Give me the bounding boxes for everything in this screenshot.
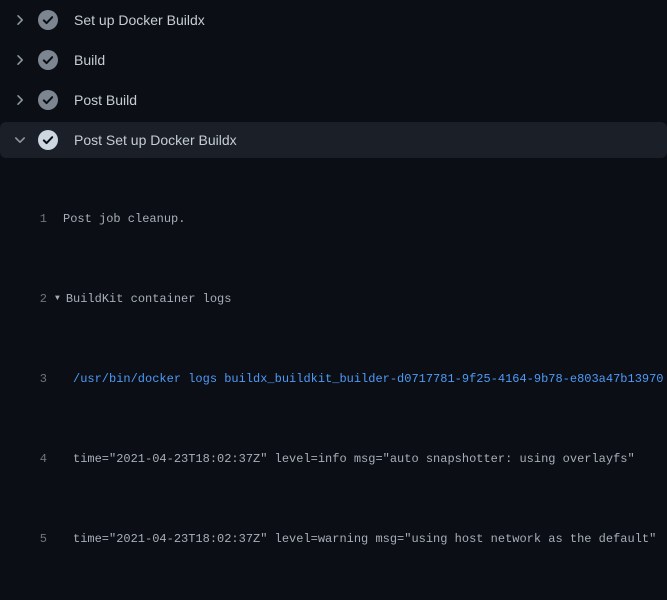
check-circle-icon [38, 50, 58, 70]
line-number[interactable]: 2 [0, 289, 47, 309]
log-line: 1 Post job cleanup. [0, 209, 667, 229]
check-circle-icon [38, 130, 58, 150]
chevron-right-icon[interactable] [12, 52, 28, 68]
step-label: Post Build [74, 92, 137, 108]
step-row-3[interactable]: Post Set up Docker Buildx [0, 122, 667, 158]
chevron-right-icon[interactable] [12, 92, 28, 108]
line-number[interactable]: 1 [0, 209, 47, 229]
line-number[interactable]: 3 [0, 369, 47, 389]
log-line: 5 time="2021-04-23T18:02:37Z" level=warn… [0, 529, 667, 549]
step-row-0[interactable]: Set up Docker Buildx [0, 0, 667, 40]
step-row-1[interactable]: Build [0, 40, 667, 80]
chevron-right-icon[interactable] [12, 12, 28, 28]
step-label: Set up Docker Buildx [74, 12, 205, 28]
steps-list: Set up Docker Buildx Build Post Build [0, 0, 667, 158]
log-text: /usr/bin/docker logs buildx_buildkit_bui… [47, 369, 664, 389]
step-label: Post Set up Docker Buildx [74, 132, 237, 148]
log-text: time="2021-04-23T18:02:37Z" level=info m… [47, 449, 635, 469]
workflow-log-panel: Set up Docker Buildx Build Post Build [0, 0, 667, 600]
check-circle-icon [38, 10, 58, 30]
log-line: 3 /usr/bin/docker logs buildx_buildkit_b… [0, 369, 667, 389]
log-line: 4 time="2021-04-23T18:02:37Z" level=info… [0, 449, 667, 469]
log-line: 2 ▼BuildKit container logs [0, 289, 667, 309]
log-text: time="2021-04-23T18:02:37Z" level=warnin… [47, 529, 656, 549]
log-text: BuildKit container logs [60, 289, 232, 309]
step-label: Build [74, 52, 105, 68]
log-container[interactable]: 1 Post job cleanup. 2 ▼BuildKit containe… [0, 160, 667, 600]
collapse-triangle-icon[interactable]: ▼ [47, 289, 60, 309]
line-number[interactable]: 4 [0, 449, 47, 469]
line-number[interactable]: 5 [0, 529, 47, 549]
step-row-2[interactable]: Post Build [0, 80, 667, 120]
check-circle-icon [38, 90, 58, 110]
log-text: Post job cleanup. [47, 209, 185, 229]
chevron-down-icon[interactable] [12, 132, 28, 148]
